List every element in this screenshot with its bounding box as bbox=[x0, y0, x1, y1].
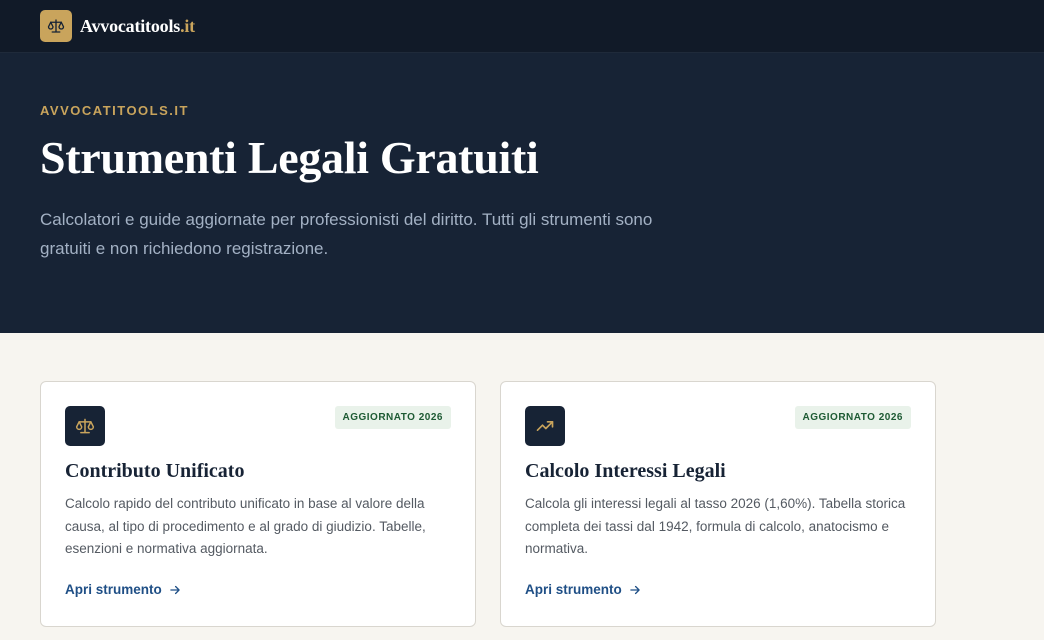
tool-card-interessi-legali[interactable]: AGGIORNATO 2026 Calcolo Interessi Legali… bbox=[500, 381, 936, 627]
card-description: Calcolo rapido del contributo unificato … bbox=[65, 496, 426, 556]
open-tool-link[interactable]: Apri strumento bbox=[525, 582, 642, 597]
card-title: Contributo Unificato bbox=[65, 460, 245, 482]
open-tool-label: Apri strumento bbox=[65, 582, 162, 597]
arrow-right-icon bbox=[630, 585, 640, 594]
scales-icon bbox=[75, 418, 95, 434]
card-title: Calcolo Interessi Legali bbox=[525, 460, 726, 482]
open-tool-label: Apri strumento bbox=[525, 582, 622, 597]
status-badge: AGGIORNATO 2026 bbox=[794, 406, 911, 429]
open-tool-link[interactable]: Apri strumento bbox=[65, 582, 182, 597]
hero-subtitle: Calcolatori e guide aggiornate per profe… bbox=[40, 209, 653, 258]
brand-tld: .it bbox=[180, 15, 195, 36]
brand-name[interactable]: Avvocatitools.it bbox=[80, 16, 195, 37]
hero-section: AVVOCATITOOLS.IT Strumenti Legali Gratui… bbox=[0, 53, 1044, 333]
scales-icon bbox=[47, 19, 65, 33]
brand-name-text: Avvocatitools bbox=[80, 15, 181, 36]
hero-eyebrow: AVVOCATITOOLS.IT bbox=[40, 103, 189, 118]
card-icon-box bbox=[65, 406, 105, 446]
tool-card-contributo-unificato[interactable]: AGGIORNATO 2026 Contributo Unificato Cal… bbox=[40, 381, 476, 627]
page-title: Strumenti Legali Gratuiti bbox=[40, 132, 539, 183]
status-badge: AGGIORNATO 2026 bbox=[334, 406, 451, 429]
tools-grid: AGGIORNATO 2026 Contributo Unificato Cal… bbox=[0, 333, 1044, 627]
top-navbar: Avvocatitools.it bbox=[0, 0, 1044, 53]
card-description: Calcola gli interessi legali al tasso 20… bbox=[525, 496, 906, 556]
logo[interactable] bbox=[40, 10, 72, 42]
card-icon-box bbox=[525, 406, 565, 446]
trending-up-icon bbox=[536, 421, 554, 431]
arrow-right-icon bbox=[170, 585, 180, 594]
